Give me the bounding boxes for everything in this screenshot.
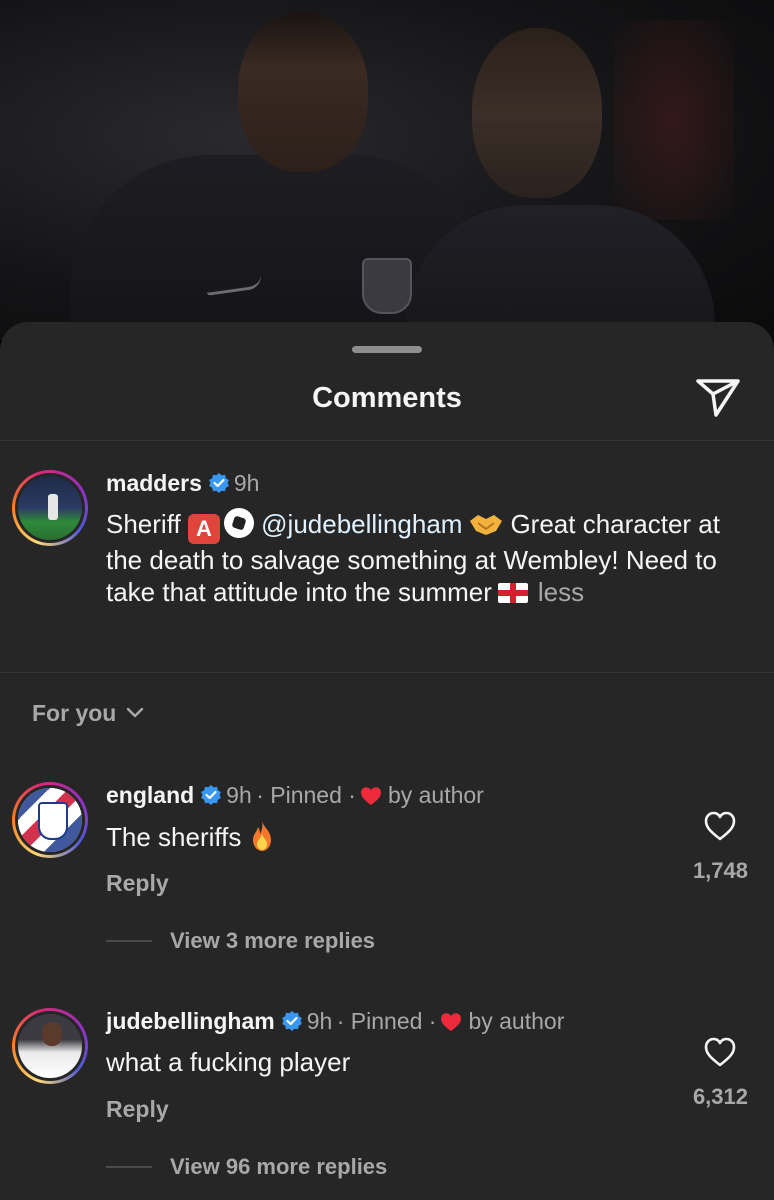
sort-label: For you: [32, 700, 117, 726]
liked-by-author-label: by author: [468, 1008, 565, 1034]
pinned-label: · Pinned ·: [256, 782, 356, 808]
avatar-england-image: [18, 788, 82, 852]
replies-line: [106, 940, 152, 942]
caption-mention[interactable]: @judebellingham: [261, 509, 462, 539]
caption-time: 9h: [233, 470, 260, 496]
avatar-madders[interactable]: [12, 470, 88, 546]
heart-outline-icon[interactable]: [703, 1036, 737, 1068]
reply-button[interactable]: Reply: [106, 1096, 169, 1123]
soccer-ball-emoji-icon: [223, 508, 254, 538]
fire-emoji-icon: [253, 821, 272, 851]
comment-text: The sheriffs: [106, 822, 242, 852]
player-left-head: [238, 12, 368, 172]
avatar-judebellingham-image: [18, 1014, 82, 1078]
player-right-head: [472, 28, 602, 198]
replies-line: [106, 1166, 152, 1168]
like-count: 6,312: [692, 1084, 748, 1109]
comment-username[interactable]: judebellingham: [106, 1008, 275, 1034]
post-photo: [0, 0, 774, 340]
handshake-emoji-icon: [470, 515, 503, 535]
pinned-label: · Pinned ·: [336, 1008, 437, 1034]
comment-text: what a fucking player: [106, 1047, 351, 1077]
comment-time: 9h: [226, 782, 252, 808]
caption-comment: madders 9h Sheriff A @judebellingham Great…: [106, 470, 746, 608]
heart-filled-icon: [441, 1013, 462, 1031]
view-replies-label: View 96 more replies: [170, 1154, 388, 1179]
reply-button[interactable]: Reply: [106, 870, 169, 897]
background-glow: [614, 20, 734, 220]
shirt-crest: [362, 258, 412, 314]
comment-username[interactable]: england: [106, 782, 194, 808]
chevron-down-icon: [127, 707, 144, 718]
caption-username[interactable]: madders: [106, 470, 202, 496]
england-flag-emoji-icon: [497, 583, 528, 603]
verified-badge-icon: [201, 785, 221, 805]
caption-divider: [0, 672, 774, 673]
liked-by-author-label: by author: [387, 782, 484, 808]
verified-badge-icon: [209, 473, 229, 493]
share-icon[interactable]: [694, 377, 742, 419]
comment-time: 9h: [306, 1008, 333, 1034]
caption-text-start: Sheriff: [106, 509, 181, 539]
view-replies-button[interactable]: View 96 more replies: [106, 1154, 387, 1180]
heart-filled-icon: [360, 787, 381, 805]
comments-sheet: Comments madders 9h Sheriff A @judebellin…: [0, 322, 774, 1200]
title-divider: [0, 440, 774, 441]
sheet-title: Comments: [312, 382, 462, 414]
avatar-madders-image: [18, 476, 82, 540]
avatar-england[interactable]: [12, 782, 88, 858]
sheet-grabber[interactable]: [352, 346, 422, 353]
like-count: 1,748: [692, 858, 748, 883]
a-button-emoji-icon: A: [187, 514, 220, 544]
avatar-judebellingham[interactable]: [12, 1008, 88, 1084]
verified-badge-icon: [281, 1011, 302, 1031]
comment-sort-dropdown[interactable]: For you: [32, 700, 144, 727]
view-replies-label: View 3 more replies: [170, 928, 376, 953]
less-link[interactable]: less: [538, 577, 584, 607]
view-replies-button[interactable]: View 3 more replies: [106, 928, 375, 954]
heart-outline-icon[interactable]: [703, 810, 737, 842]
